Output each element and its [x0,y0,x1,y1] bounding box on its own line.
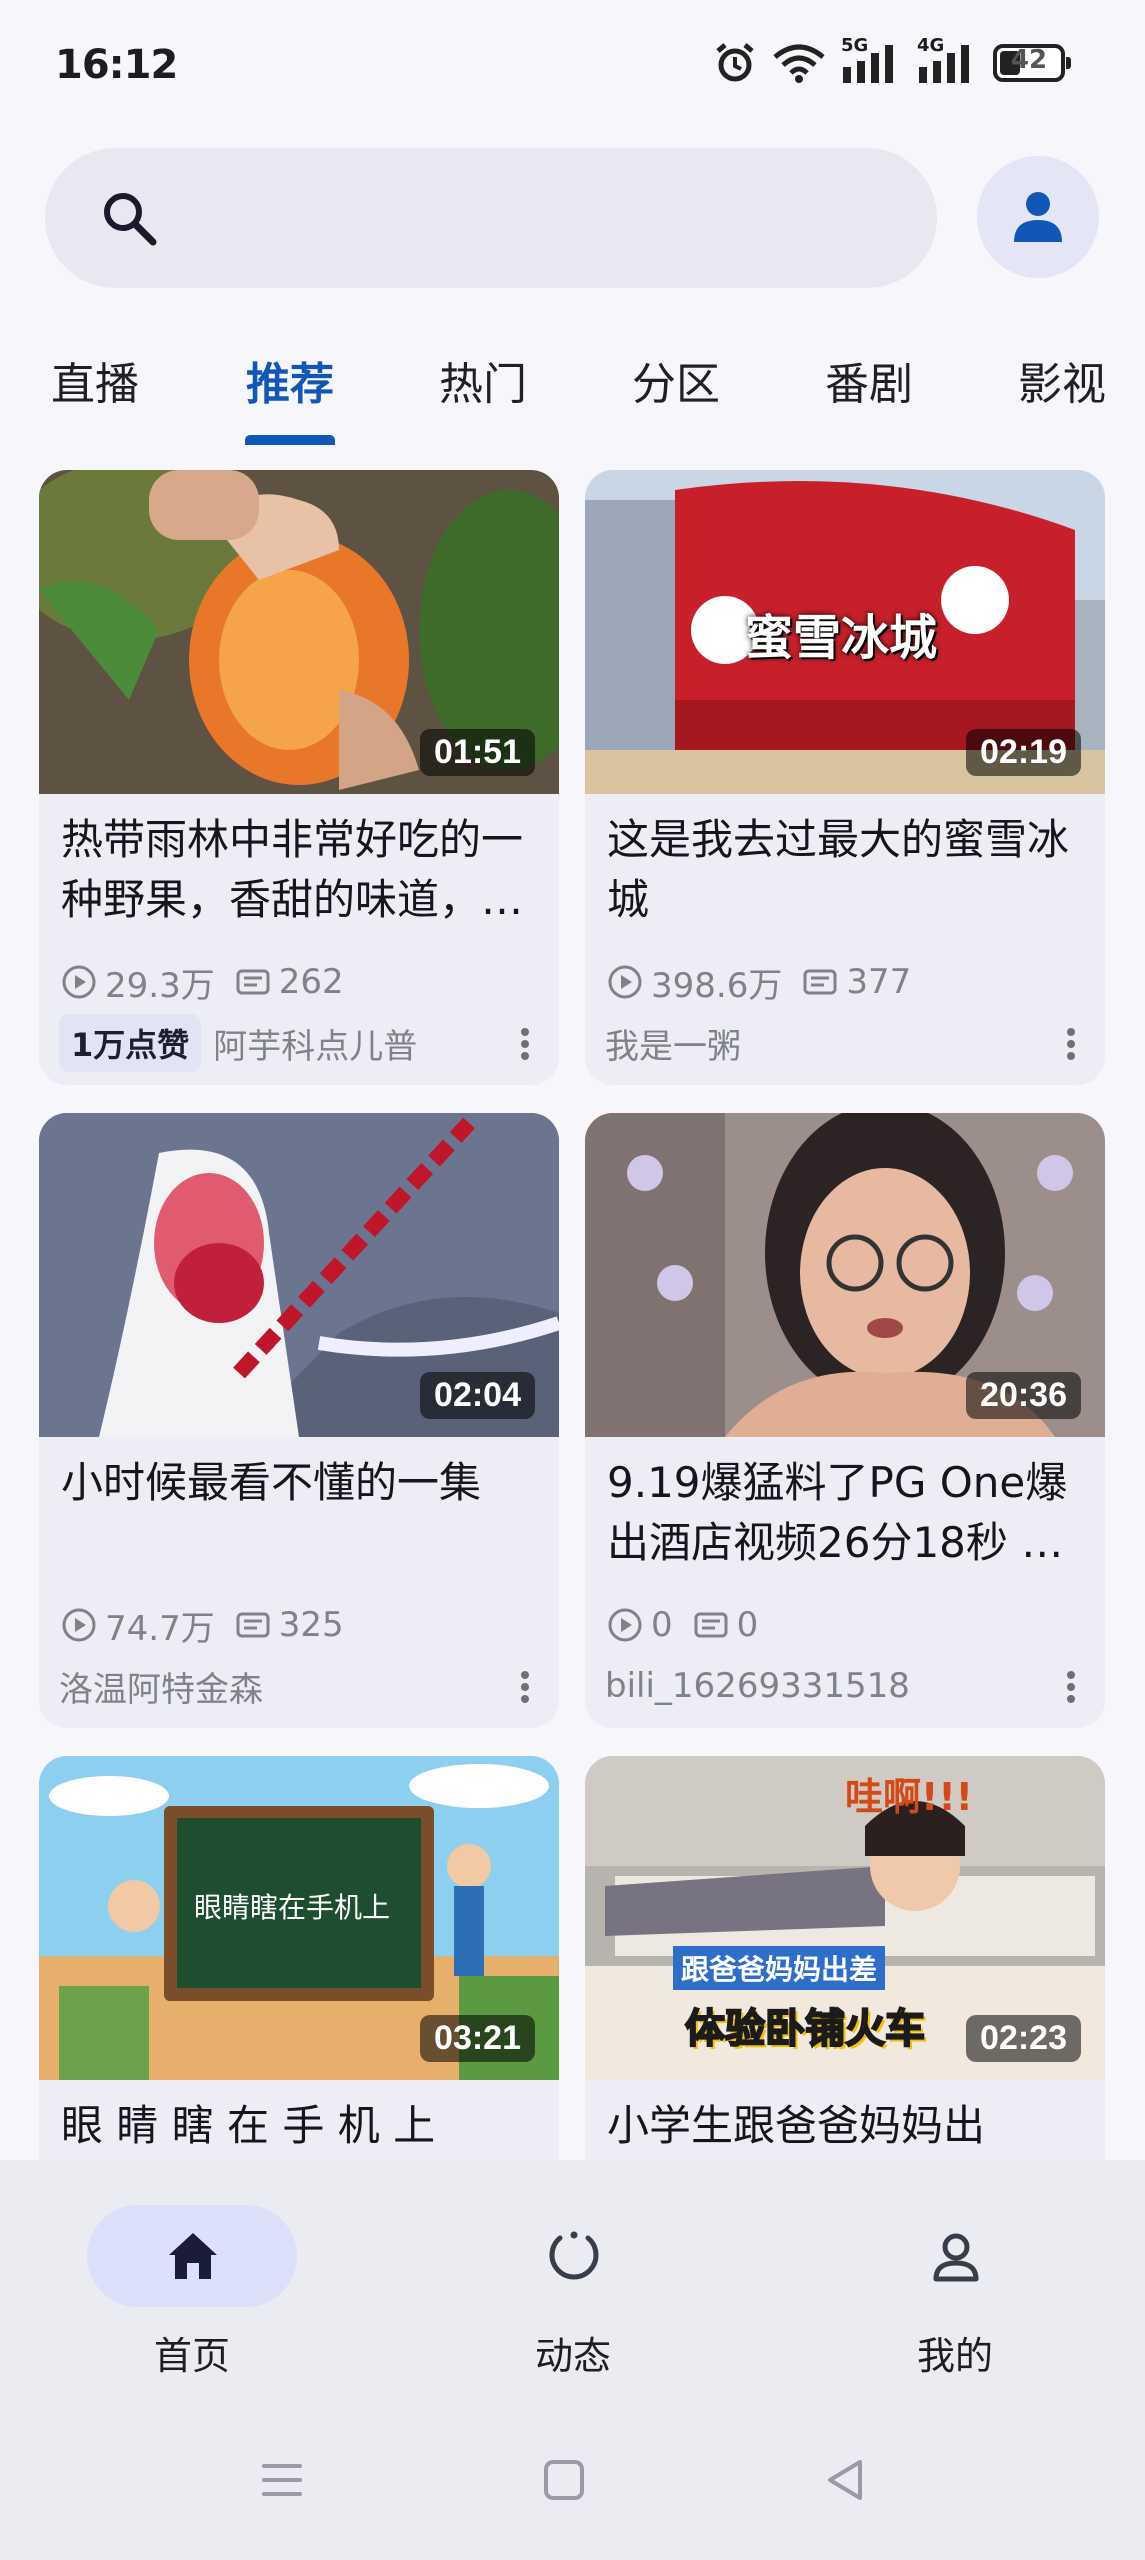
system-navigation-bar [0,2390,1145,2560]
nav-profile[interactable]: 我的 [850,2205,1060,2378]
thumbnail-caption-top: 哇啊!!! [845,1775,973,1819]
play-count-icon [608,1608,642,1642]
author-row: 1万点赞 阿芋科点儿普 [59,1014,417,1072]
tab-movies[interactable]: 影视 [997,348,1127,412]
video-stats: 74.7万 325 [61,1605,364,1649]
view-count: 0 [651,1605,673,1645]
video-stats: 0 0 [607,1605,778,1645]
category-tabs: 直播 推荐 热门 分区 番剧 影视 [0,330,1145,450]
signal-4g-icon: 4G [917,35,977,85]
view-count: 74.7万 [105,1608,215,1649]
danmaku-icon [803,969,837,995]
video-title[interactable]: 小学生跟爸爸妈妈出 [607,2096,1087,2156]
video-thumbnail[interactable]: 蜜雪冰城 02:19 [585,470,1105,794]
tab-recommend[interactable]: 推荐 [225,348,355,412]
tab-anime[interactable]: 番剧 [804,348,934,412]
author-name[interactable]: 洛温阿特金森 [59,1662,263,1711]
video-duration: 20:36 [966,1372,1081,1419]
play-count-icon [608,965,642,999]
danmaku-count: 262 [278,962,344,1002]
status-icons: 5G 4G 42 [713,35,1071,88]
view-count: 29.3万 [105,965,215,1006]
search-bar[interactable] [45,148,937,288]
thumbnail-caption: 眼睛瞎在手机上 [194,1891,391,1924]
video-thumbnail[interactable]: 眼睛瞎在手机上 03:21 [39,1756,559,2080]
more-options-icon[interactable] [1059,1025,1083,1069]
video-card[interactable]: 眼睛瞎在手机上 03:21 眼 睛 瞎 在 手 机 上 [39,1756,559,2160]
video-duration: 02:04 [420,1372,535,1419]
video-stats: 29.3万 262 [61,962,364,1006]
video-title[interactable]: 这是我去过最大的蜜雪冰城 [607,810,1087,930]
nav-label: 我的 [916,2334,993,2378]
home-square-icon[interactable] [534,2450,594,2510]
play-count-icon [62,965,96,999]
video-duration: 03:21 [420,2015,535,2062]
battery-icon: 42 [993,44,1071,82]
dynamic-icon [549,2231,599,2280]
tab-live[interactable]: 直播 [30,348,160,412]
video-title[interactable]: 眼 睛 瞎 在 手 机 上 [61,2096,541,2156]
person-icon [1014,192,1062,242]
video-stats: 398.6万 377 [607,962,931,1006]
video-thumbnail[interactable]: 01:51 [39,470,559,794]
video-thumbnail[interactable]: 哇啊!!! 跟爸爸妈妈出差 体验卧铺火车 02:23 [585,1756,1105,2080]
wifi-icon [773,44,825,83]
video-duration: 01:51 [420,729,535,776]
play-count-icon [62,1608,96,1642]
search-icon[interactable] [97,186,161,250]
danmaku-count: 377 [846,962,912,1002]
tab-hot[interactable]: 热门 [418,348,548,412]
video-card[interactable]: 02:04 小时候最看不懂的一集 74.7万 325 洛温阿特金森 [39,1113,559,1728]
video-card[interactable]: 20:36 9.19爆猛料了PG One爆出酒店视频26分18秒 … 0 0 b… [585,1113,1105,1728]
nav-home[interactable]: 首页 [87,2205,297,2378]
thumbnail-caption: 体验卧铺火车 [684,2005,926,2053]
author-row: 我是一粥 [605,1015,741,1071]
danmaku-count: 325 [278,1605,344,1645]
nav-label: 动态 [534,2334,611,2378]
view-count: 398.6万 [651,965,783,1006]
nav-dynamic[interactable]: 动态 [468,2205,678,2378]
danmaku-icon [236,969,270,995]
signal-5g-icon: 5G [841,35,901,85]
more-options-icon[interactable] [513,1668,537,1712]
video-title[interactable]: 9.19爆猛料了PG One爆出酒店视频26分18秒 … [607,1453,1087,1573]
video-feed[interactable]: 01:51 热带雨林中非常好吃的一种野果，香甜的味道，很多人都没有吃过 29.3… [0,470,1145,2160]
author-row: bili_16269331518 [605,1658,910,1714]
bottom-navigation: 首页 动态 我的 [0,2160,1145,2390]
author-name[interactable]: 阿芋科点儿普 [213,1019,417,1068]
video-card[interactable]: 01:51 热带雨林中非常好吃的一种野果，香甜的味道，很多人都没有吃过 29.3… [39,470,559,1085]
profile-avatar-button[interactable] [977,156,1099,278]
author-name[interactable]: bili_16269331518 [605,1666,910,1706]
more-options-icon[interactable] [1059,1668,1083,1712]
video-card[interactable]: 哇啊!!! 跟爸爸妈妈出差 体验卧铺火车 02:23 小学生跟爸爸妈妈出 [585,1756,1105,2160]
danmaku-icon [236,1612,270,1638]
video-duration: 02:23 [966,2015,1081,2062]
video-title[interactable]: 小时候最看不懂的一集 [61,1453,541,1513]
video-title[interactable]: 热带雨林中非常好吃的一种野果，香甜的味道，很多人都没有吃过 [61,810,541,930]
video-thumbnail[interactable]: 20:36 [585,1113,1105,1437]
battery-level: 42 [1010,45,1048,75]
author-name[interactable]: 我是一粥 [605,1019,741,1068]
video-duration: 02:19 [966,729,1081,776]
thumbnail-caption: 蜜雪冰城 [745,610,938,666]
profile-icon [933,2233,979,2282]
more-options-icon[interactable] [513,1025,537,1069]
search-input[interactable] [185,188,885,248]
video-thumbnail[interactable]: 02:04 [39,1113,559,1437]
home-icon [169,2233,217,2279]
back-icon[interactable] [816,2450,876,2510]
author-row: 洛温阿特金森 [59,1658,263,1714]
tab-zones[interactable]: 分区 [611,348,741,412]
danmaku-icon [694,1612,728,1638]
status-bar: 16:12 5G 4G 42 [0,0,1145,130]
active-tab-indicator [245,435,335,445]
like-badge: 1万点赞 [59,1014,202,1072]
thumbnail-caption: 跟爸爸妈妈出差 [673,1946,886,1990]
nav-label: 首页 [153,2334,230,2378]
alarm-icon [716,43,754,82]
danmaku-count: 0 [736,1605,759,1645]
video-card[interactable]: 蜜雪冰城 02:19 这是我去过最大的蜜雪冰城 398.6万 377 我是一粥 [585,470,1105,1085]
status-time: 16:12 [55,42,178,88]
menu-icon[interactable] [252,2450,312,2510]
